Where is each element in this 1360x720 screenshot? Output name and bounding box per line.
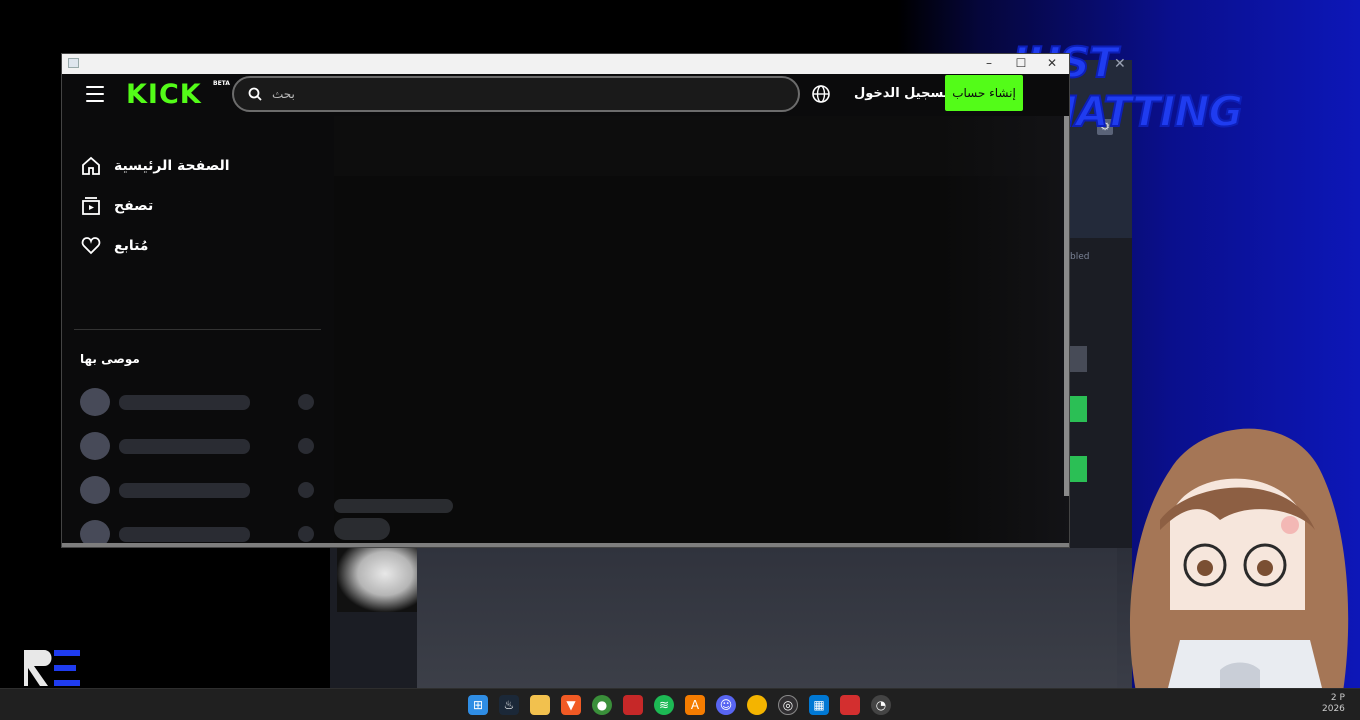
- horizontal-scrollbar[interactable]: [62, 543, 1069, 547]
- background-green-button[interactable]: [1070, 456, 1087, 482]
- content-skeleton-pill: [334, 518, 390, 540]
- sidebar-item-label: مُتابع: [114, 238, 149, 254]
- close-button[interactable]: ✕: [1042, 56, 1062, 70]
- taskbar: ⊞ ♨ ▼ ● ≋ A ☺ ◎ ▦ ◔ 2 P 2026: [0, 688, 1360, 720]
- spotify-icon[interactable]: ≋: [654, 695, 674, 715]
- maximize-button[interactable]: ☐: [1011, 56, 1031, 70]
- sidebar-item-following[interactable]: مُتابع: [80, 233, 148, 259]
- kick-browser-window: – ☐ ✕ KICK BETA تسجيل الدخول إنشاء حساب: [61, 53, 1070, 548]
- file-explorer-icon[interactable]: [530, 695, 550, 715]
- recommended-channel-skeleton: [80, 388, 316, 416]
- app-orange-icon[interactable]: A: [685, 695, 705, 715]
- hamburger-menu-icon[interactable]: [86, 86, 104, 102]
- obs-icon[interactable]: ◎: [778, 695, 798, 715]
- beta-badge: BETA: [213, 80, 230, 87]
- recommended-channel-skeleton: [80, 476, 316, 504]
- sidebar-item-label: الصفحة الرئيسية: [114, 158, 230, 174]
- brave-icon[interactable]: ▼: [561, 695, 581, 715]
- browse-icon: [82, 197, 100, 215]
- vertical-scrollbar[interactable]: [1064, 116, 1069, 496]
- heart-icon: [81, 237, 101, 255]
- globe-language-icon[interactable]: [811, 84, 831, 104]
- search-input[interactable]: [272, 87, 772, 101]
- home-icon: [82, 156, 100, 175]
- search-icon: [248, 87, 262, 101]
- background-panel: [417, 548, 1117, 688]
- chrome-icon[interactable]: ●: [592, 695, 612, 715]
- app-icon: [68, 58, 79, 68]
- top-navbar: KICK BETA تسجيل الدخول إنشاء حساب: [62, 74, 1069, 116]
- search-bar[interactable]: [232, 76, 800, 112]
- windows-start-icon[interactable]: ⊞: [468, 695, 488, 715]
- app-tray-icon[interactable]: ◔: [871, 695, 891, 715]
- sidebar-item-label: تصفح: [114, 198, 154, 214]
- clock-date: 2026: [1322, 704, 1345, 714]
- sidebar: الصفحة الرئيسية تصفح مُتابع موصى بها: [62, 116, 334, 547]
- taskbar-clock[interactable]: 2 P 2026: [1322, 693, 1345, 715]
- sidebar-item-home[interactable]: الصفحة الرئيسية: [80, 153, 230, 179]
- minimize-button[interactable]: –: [979, 56, 999, 70]
- sidebar-item-browse[interactable]: تصفح: [80, 193, 153, 219]
- signup-button[interactable]: إنشاء حساب: [945, 75, 1023, 111]
- app-red2-icon[interactable]: [840, 695, 860, 715]
- sidebar-divider: [74, 329, 321, 330]
- content-skeleton-line: [334, 499, 453, 513]
- recommended-heading: موصى بها: [80, 352, 140, 366]
- main-content: [334, 116, 1069, 547]
- content-fade: [941, 116, 1069, 547]
- app-red-icon[interactable]: [623, 695, 643, 715]
- background-green-button[interactable]: [1070, 396, 1087, 422]
- window-titlebar: – ☐ ✕: [62, 54, 1069, 74]
- background-status-text: bled: [1070, 252, 1090, 262]
- kick-logo[interactable]: KICK: [126, 79, 202, 110]
- anime-character-image: [1130, 428, 1349, 720]
- app-yellow-icon[interactable]: [747, 695, 767, 715]
- discord-icon[interactable]: ☺: [716, 695, 736, 715]
- steam-icon[interactable]: ♨: [499, 695, 519, 715]
- recommended-channel-skeleton: [80, 432, 316, 460]
- re-logo: [24, 650, 80, 686]
- store-icon[interactable]: ▦: [809, 695, 829, 715]
- login-button[interactable]: تسجيل الدخول: [848, 82, 955, 106]
- background-block: [1070, 346, 1087, 372]
- background-photo: [337, 548, 417, 612]
- clock-time: 2 P: [1330, 693, 1345, 703]
